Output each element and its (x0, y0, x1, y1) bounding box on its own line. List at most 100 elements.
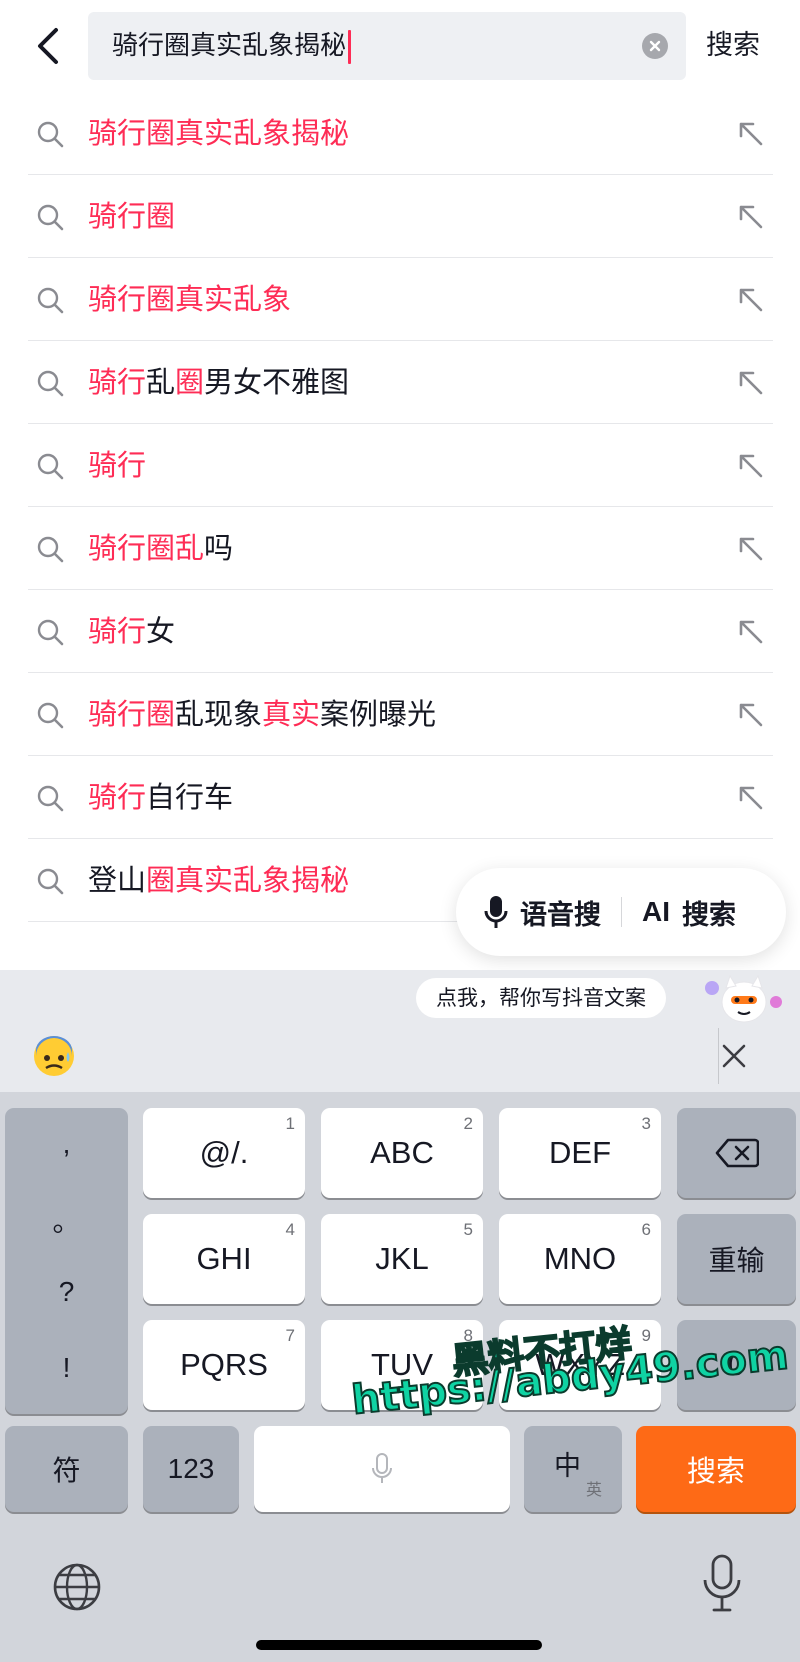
search-query: 骑行圈真实乱象揭秘 (112, 31, 347, 61)
search-button[interactable]: 搜索 (706, 22, 760, 70)
back-button[interactable] (28, 22, 68, 70)
suggestion-text: 骑行女 (88, 590, 175, 673)
candidate-bar: 点我，帮你写抖音文案 (0, 970, 800, 1092)
suggestion-row[interactable]: 骑行圈真实乱象 (28, 258, 773, 341)
close-icon[interactable] (716, 1038, 752, 1074)
suggestion-text-part: 乱现象 (175, 697, 263, 731)
globe-icon[interactable] (52, 1562, 102, 1612)
lang-main-label: 中 (554, 1451, 581, 1481)
suggestion-row[interactable]: 骑行自行车 (28, 756, 773, 839)
search-icon (37, 121, 64, 148)
suggestion-text: 骑行 (88, 424, 146, 507)
microphone-icon (484, 896, 508, 928)
microphone-icon (372, 1453, 392, 1483)
suggestion-text-part: 吗 (204, 531, 234, 565)
ai-search-label: 搜索 (682, 899, 736, 931)
fill-query-arrow-icon[interactable] (735, 450, 765, 480)
punct-comma-key[interactable]: , (5, 1128, 128, 1160)
keyboard-search-key[interactable]: 搜索 (636, 1426, 796, 1512)
home-indicator[interactable] (256, 1640, 542, 1650)
fill-query-arrow-icon[interactable] (735, 201, 765, 231)
suggestion-text-part: 男女不雅图 (204, 365, 350, 399)
key-7[interactable]: PQRS 7 (143, 1320, 305, 1410)
numbers-key[interactable]: 123 (143, 1426, 239, 1512)
space-key[interactable] (254, 1426, 510, 1512)
fill-query-arrow-icon[interactable] (735, 699, 765, 729)
suggestion-row[interactable]: 骑行女 (28, 590, 773, 673)
suggestion-text: 骑行圈 (88, 175, 175, 258)
ai-search-button[interactable]: AI 搜索 (642, 893, 736, 932)
key-1[interactable]: @/. 1 (143, 1108, 305, 1198)
search-icon (37, 204, 64, 231)
suggestion-text-part: 乱 (146, 365, 176, 399)
clear-search-button[interactable] (642, 33, 668, 59)
search-icon (37, 619, 64, 646)
search-icon (37, 370, 64, 397)
suggestion-text: 骑行圈乱现象真实案例曝光 (88, 673, 436, 756)
fill-query-arrow-icon[interactable] (735, 367, 765, 397)
text-caret (348, 29, 352, 64)
ai-logo-icon: AI (642, 896, 670, 927)
key-3[interactable]: DEF 3 (499, 1108, 661, 1198)
language-switch-key[interactable]: 中 英 (524, 1426, 622, 1512)
fill-query-arrow-icon[interactable] (735, 118, 765, 148)
lang-sub-label: 英 (585, 1482, 602, 1499)
fill-query-arrow-icon[interactable] (735, 533, 765, 563)
matched-text: 圈 (175, 365, 205, 399)
suggestion-row[interactable]: 骑行圈 (28, 175, 773, 258)
matched-text: 骑行圈 (88, 199, 176, 233)
suggestion-row[interactable]: 骑行乱圈男女不雅图 (28, 341, 773, 424)
matched-text: 骑行 (88, 365, 147, 399)
punctuation-column[interactable]: , 。 ? ! (5, 1108, 128, 1414)
search-input[interactable]: 骑行圈真实乱象揭秘 (88, 12, 686, 80)
voice-search-label: 语音搜 (520, 899, 601, 931)
search-icon (37, 453, 64, 480)
suggestion-text: 骑行圈乱吗 (88, 507, 233, 590)
punct-question-key[interactable]: ? (5, 1276, 128, 1308)
search-header: 骑行圈真实乱象揭秘 搜索 (0, 0, 800, 92)
punct-exclaim-key[interactable]: ! (5, 1352, 128, 1384)
suggestion-list: 骑行圈真实乱象揭秘 骑行圈 骑行圈真实乱象 骑行乱圈男女不雅图 骑行 骑行圈乱吗 骑行女 骑行… (0, 92, 800, 922)
matched-text: 骑行圈 (88, 697, 176, 731)
suggestion-text-part: 案例曝光 (320, 697, 437, 731)
matched-text: 骑行 (88, 448, 147, 482)
suggestion-row[interactable]: 骑行圈乱吗 (28, 507, 773, 590)
close-icon (649, 40, 661, 52)
mascot-icon[interactable] (704, 972, 784, 1030)
matched-text: 骑行 (88, 780, 147, 814)
backspace-icon (715, 1138, 759, 1168)
suggestion-row[interactable]: 骑行圈乱现象真实案例曝光 (28, 673, 773, 756)
search-icon (37, 536, 64, 563)
punct-period-key[interactable]: 。 (5, 1200, 128, 1240)
fill-query-arrow-icon[interactable] (735, 616, 765, 646)
key-4[interactable]: GHI 4 (143, 1214, 305, 1304)
matched-text: 骑行圈乱 (88, 531, 205, 565)
reinput-key[interactable]: 重输 (677, 1214, 796, 1304)
symbols-key[interactable]: 符 (5, 1426, 128, 1512)
copywriting-tip[interactable]: 点我，帮你写抖音文案 (416, 978, 666, 1018)
matched-text: 骑行圈真实乱象揭秘 (88, 116, 350, 150)
matched-text: 骑行圈真实乱象 (88, 282, 292, 316)
key-2[interactable]: ABC 2 (321, 1108, 483, 1198)
search-icon (37, 702, 64, 729)
dictation-microphone-icon[interactable] (702, 1554, 742, 1614)
key-6[interactable]: MNO 6 (499, 1214, 661, 1304)
suggestion-text-part: 自行车 (146, 780, 234, 814)
suggestion-text: 骑行自行车 (88, 756, 233, 839)
voice-search-button[interactable]: 语音搜 (484, 893, 601, 932)
fill-query-arrow-icon[interactable] (735, 284, 765, 314)
suggestion-row[interactable]: 骑行 (28, 424, 773, 507)
anxious-sweat-face-emoji-icon[interactable] (32, 1034, 76, 1078)
suggestion-text-part: 女 (146, 614, 176, 648)
key-5[interactable]: JKL 5 (321, 1214, 483, 1304)
keyboard: 点我，帮你写抖音文案 , 。 ? ! @/. 1 ABC 2 DEF 3 GHI… (0, 970, 800, 1662)
pill-divider (621, 897, 622, 927)
backspace-key[interactable] (677, 1108, 796, 1198)
suggestion-row[interactable]: 骑行圈真实乱象揭秘 (28, 92, 773, 175)
matched-text: 骑行 (88, 614, 147, 648)
voice-ai-search-pill: 语音搜 AI 搜索 (456, 868, 786, 956)
fill-query-arrow-icon[interactable] (735, 782, 765, 812)
suggestion-text: 骑行乱圈男女不雅图 (88, 341, 349, 424)
suggestion-text: 登山圈真实乱象揭秘 (88, 839, 349, 922)
suggestion-text-part: 登山 (88, 863, 147, 897)
